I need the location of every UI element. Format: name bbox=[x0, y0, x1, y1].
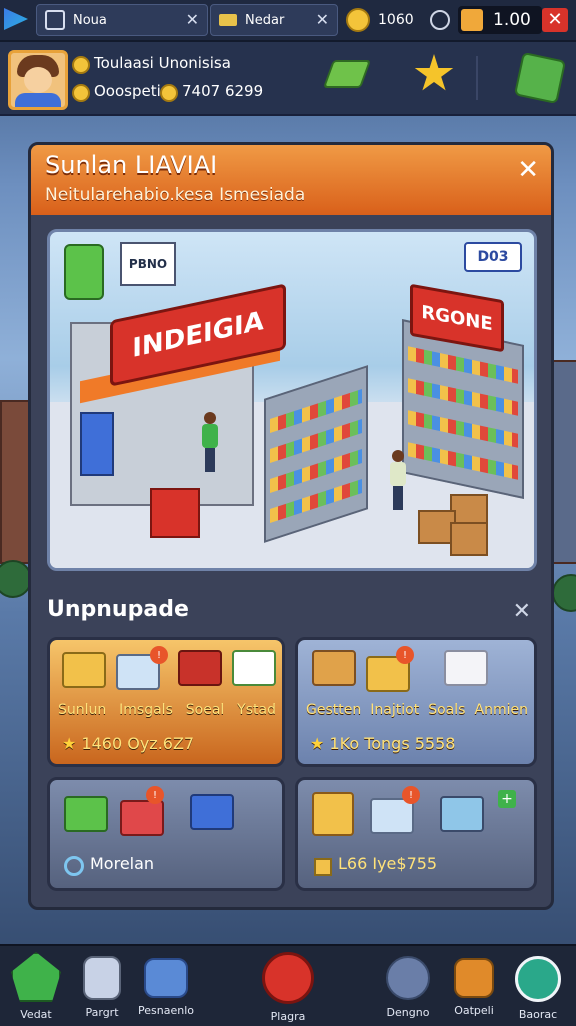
box-icon bbox=[312, 650, 356, 686]
coin-icon bbox=[72, 56, 90, 74]
ticket-icon bbox=[461, 9, 483, 31]
upgrade-card[interactable]: ! Morelan bbox=[47, 777, 285, 891]
player-stat-label: Ooospeti bbox=[94, 82, 161, 100]
upgrade-card[interactable]: ! + L66 Iye$755 bbox=[295, 777, 537, 891]
avatar[interactable] bbox=[8, 50, 68, 110]
shop-board-text: PBNO bbox=[128, 257, 168, 271]
mat-icon bbox=[64, 796, 108, 832]
modal-subtitle: Neitularehabio.kesa Ismesiada bbox=[45, 185, 306, 205]
stool-icon bbox=[120, 800, 164, 836]
shop-board-sign: PBNO bbox=[120, 242, 176, 286]
upgrade-card[interactable]: ! Gestten Inajtiot Soals Anmien ★ 1Ko To… bbox=[295, 637, 537, 767]
modal-header: Sunlan LIAVIAI Neitularehabio.kesa Ismes… bbox=[31, 145, 551, 215]
star-icon: ★ bbox=[62, 734, 77, 753]
info-icon[interactable] bbox=[430, 10, 450, 30]
play-icon bbox=[11, 952, 61, 1002]
screen-display bbox=[80, 412, 114, 476]
shopkeeper-figure bbox=[202, 412, 218, 472]
cart-icon bbox=[232, 650, 276, 686]
card-stat: ★ 1Ko Tongs 5558 bbox=[310, 734, 456, 753]
nav-item-pargrt[interactable]: Pargrt bbox=[66, 952, 138, 1022]
bot-icon bbox=[386, 956, 430, 1000]
close-icon[interactable]: ✕ bbox=[186, 10, 199, 29]
monitor-icon bbox=[144, 958, 188, 998]
shop-scene-image: PBNO INDEIGIA RGONE D03 bbox=[47, 229, 537, 571]
shelf-right bbox=[402, 319, 524, 499]
tab-label: Noua bbox=[73, 12, 107, 28]
new-badge-icon: ! bbox=[402, 786, 420, 804]
nav-item-baorac[interactable]: Baorac bbox=[502, 952, 574, 1022]
cash-stack-icon[interactable] bbox=[322, 60, 372, 88]
new-badge-icon: ! bbox=[396, 646, 414, 664]
modal-title: Sunlan LIAVIAI bbox=[45, 151, 218, 179]
bottom-nav: Vedat Pargrt Pesnaenlo Plagra Dengno Oat… bbox=[0, 944, 576, 1026]
card-stat: L66 Iye$755 bbox=[338, 854, 438, 873]
tag-icon bbox=[219, 14, 237, 26]
cooler-icon bbox=[444, 650, 488, 686]
player-name: Toulaasi Unonisisa bbox=[94, 54, 231, 72]
nav-item-oatpeli[interactable]: Oatpeli bbox=[438, 952, 510, 1022]
cash-icon bbox=[314, 858, 332, 876]
new-badge-icon: ! bbox=[150, 646, 168, 664]
gear-icon bbox=[515, 956, 561, 1002]
customer-figure bbox=[390, 450, 406, 510]
top-status-bar: Noua ✕ Nedar ✕ 1060 1.00 ✕ bbox=[0, 0, 576, 42]
nav-item-vedat[interactable]: Vedat bbox=[0, 952, 72, 1022]
register-icon bbox=[62, 652, 106, 688]
gift-icon bbox=[312, 792, 354, 836]
coin-icon bbox=[160, 84, 178, 102]
coin-value: 1060 bbox=[378, 12, 414, 28]
level-badge: D03 bbox=[464, 242, 522, 272]
nav-item-dengno[interactable]: Dengno bbox=[372, 952, 444, 1022]
close-icon[interactable]: ✕ bbox=[517, 155, 539, 185]
new-badge-icon: ! bbox=[146, 786, 164, 804]
divider bbox=[476, 56, 478, 100]
coin-counter: 1060 bbox=[346, 6, 436, 34]
box bbox=[450, 522, 488, 556]
plus-icon[interactable]: + bbox=[498, 790, 516, 808]
close-icon[interactable]: ✕ bbox=[316, 10, 329, 29]
gem-counter: 1.00 bbox=[458, 6, 542, 34]
box-icon bbox=[454, 958, 494, 998]
star-icon: ★ bbox=[310, 734, 325, 753]
nav-item-pesnaenlo[interactable]: Pesnaenlo bbox=[130, 952, 202, 1022]
app-logo-icon bbox=[4, 8, 28, 30]
upgrade-modal: Sunlan LIAVIAI Neitularehabio.kesa Ismes… bbox=[28, 142, 554, 910]
card-labels: Gestten Inajtiot Soals Anmien bbox=[306, 702, 528, 718]
close-icon[interactable]: ✕ bbox=[513, 599, 531, 624]
nav-item-plagra[interactable]: Plagra bbox=[252, 952, 324, 1023]
building-icon bbox=[83, 956, 121, 1000]
record-icon bbox=[262, 952, 314, 1004]
tab-noua[interactable]: Noua ✕ bbox=[36, 4, 208, 36]
upgrade-card[interactable]: ! Sunlun Imsgals Soeal Ystad ★ 1460 Oyz.… bbox=[47, 637, 285, 767]
dolly-icon bbox=[190, 794, 234, 830]
shopping-cart bbox=[150, 488, 200, 538]
player-stat-value: 7407 6299 bbox=[182, 82, 264, 100]
edit-icon[interactable] bbox=[513, 51, 567, 105]
card-stat: Morelan bbox=[90, 854, 155, 873]
gem-value: 1.00 bbox=[493, 10, 531, 30]
refresh-icon bbox=[64, 856, 84, 876]
tab-label: Nedar bbox=[245, 12, 285, 28]
close-button[interactable]: ✕ bbox=[542, 8, 568, 32]
monitor-icon bbox=[440, 796, 484, 832]
coin-icon bbox=[72, 84, 90, 102]
tab-nedar[interactable]: Nedar ✕ bbox=[210, 4, 338, 36]
coin-icon bbox=[346, 8, 370, 32]
star-icon[interactable] bbox=[414, 54, 454, 91]
lock-icon bbox=[45, 10, 65, 30]
price-tag-icon bbox=[64, 244, 104, 300]
card-stat: ★ 1460 Oyz.6Z7 bbox=[62, 734, 195, 753]
profile-panel: Toulaasi Unonisisa Ooospeti 7407 6299 bbox=[0, 42, 576, 116]
stove-icon bbox=[178, 650, 222, 686]
section-title: Unpnupade bbox=[47, 597, 189, 622]
card-labels: Sunlun Imsgals Soeal Ystad bbox=[58, 702, 276, 718]
